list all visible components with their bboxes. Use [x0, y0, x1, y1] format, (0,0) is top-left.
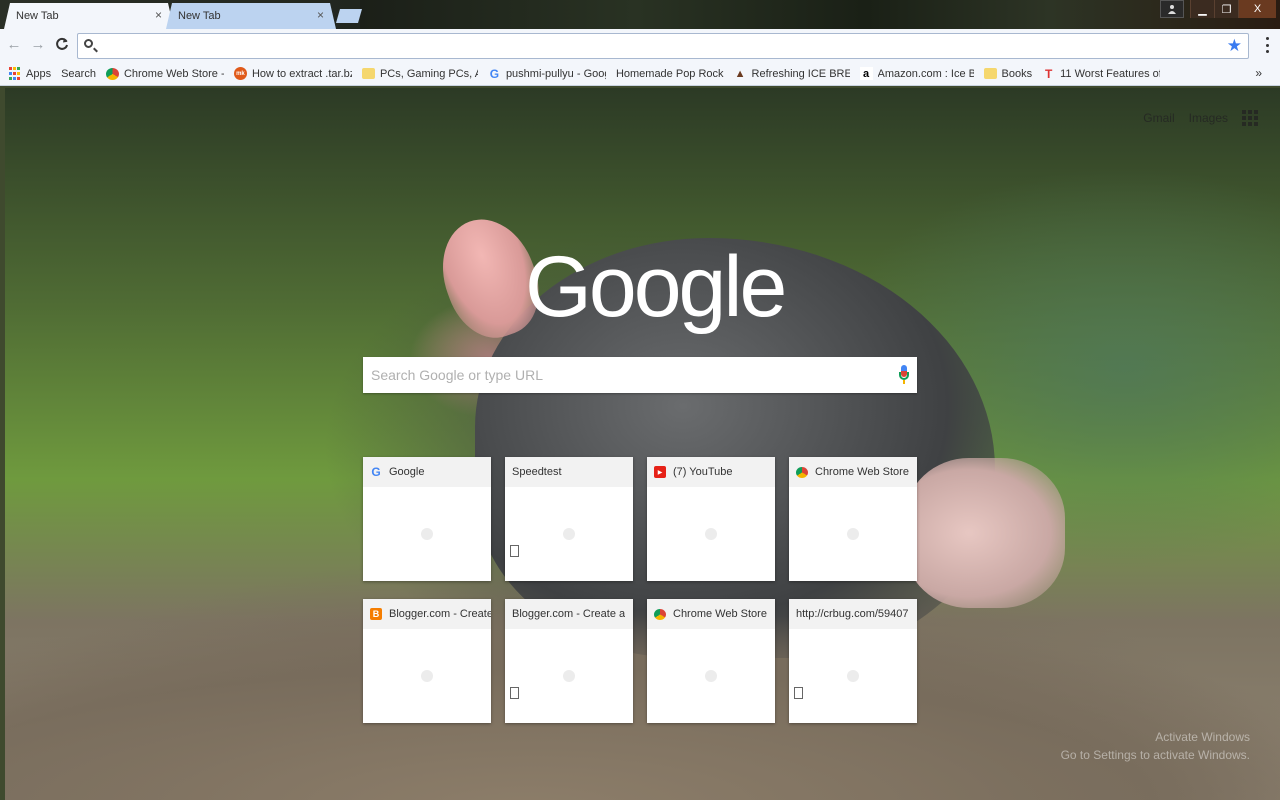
bookmark-label: Chrome Web Store - E — [123, 67, 224, 80]
tile-thumbnail-placeholder — [847, 528, 859, 540]
t-icon: T — [1044, 67, 1053, 80]
tab-title: New Tab — [178, 10, 221, 22]
tab-title: New Tab — [16, 10, 59, 22]
google-logo: Google — [525, 239, 787, 335]
title-bar: New Tab × New Tab × ▁ ❐ X — [0, 0, 1280, 29]
close-window-button[interactable]: X — [1238, 0, 1276, 18]
reload-button[interactable] — [54, 37, 70, 53]
tile-blogger[interactable]: B Blogger.com - Create a — [363, 599, 491, 723]
bookmark-label: Amazon.com : Ice Bre — [877, 67, 974, 80]
bookmark-label: Refreshing ICE BREAK — [751, 67, 850, 80]
browser-toolbar: ← → ★ — [0, 29, 1280, 62]
google-icon: G — [489, 67, 500, 80]
bookmark-label: pushmi-pullyu - Goog — [505, 67, 606, 80]
gmail-link[interactable]: Gmail — [1143, 111, 1174, 125]
bookmark-pushmi-pullyu[interactable]: G pushmi-pullyu - Goog — [488, 67, 606, 80]
bookmark-apps[interactable]: Apps — [8, 67, 51, 80]
bookmark-homemade-pop-rock[interactable]: Homemade Pop Rock — [5, 67, 724, 163]
bookmark-label: Search — [61, 67, 96, 80]
ntp-search-box[interactable] — [363, 357, 917, 393]
tab-close-icon[interactable]: × — [155, 10, 162, 21]
forward-button[interactable]: → — [30, 37, 46, 53]
most-visited-tiles: G Google Speedtest ▶ (7) YouTube Chrome We… — [363, 457, 917, 723]
tile-thumbnail-placeholder — [847, 670, 859, 682]
bookmark-search[interactable]: Search — [5, 67, 96, 163]
user-profile-icon[interactable] — [1160, 0, 1184, 18]
address-input[interactable] — [100, 37, 1220, 55]
chrome-web-store-icon — [654, 608, 666, 620]
new-tab-button[interactable] — [336, 9, 362, 23]
bookmarks-overflow-chevron-icon[interactable]: » — [1255, 66, 1262, 80]
tile-crbug[interactable]: http://crbug.com/59407 — [789, 599, 917, 723]
bookmark-label: PCs, Gaming PCs, Acc — [379, 67, 478, 80]
ice-break-icon: ▲ — [734, 67, 746, 80]
bookmark-11-worst-features[interactable]: T 11 Worst Features of — [1042, 67, 1160, 80]
tile-title: (7) YouTube — [673, 466, 733, 478]
tile-thumbnail-placeholder — [563, 528, 575, 540]
activate-windows-watermark: Activate Windows Go to Settings to activ… — [1061, 728, 1250, 764]
images-link[interactable]: Images — [1189, 111, 1228, 125]
bookmarks-bar: Apps Search Chrome Web Store - E mk How … — [0, 62, 1280, 163]
watermark-line-1: Activate Windows — [1155, 730, 1250, 744]
bookmark-amazon[interactable]: a Amazon.com : Ice Bre — [859, 67, 974, 80]
address-bar[interactable]: ★ — [77, 33, 1249, 59]
tile-title: http://crbug.com/59407 — [796, 608, 909, 620]
reload-icon — [56, 37, 68, 50]
tile-title: Blogger.com - Create a — [512, 608, 626, 620]
blogger-icon: B — [370, 608, 382, 620]
back-button[interactable]: ← — [6, 37, 22, 53]
folder-icon — [983, 68, 997, 79]
tile-title: Chrome Web Store — [815, 466, 909, 478]
tab-new-tab[interactable]: New Tab × — [166, 3, 336, 29]
tile-thumbnail-placeholder — [705, 670, 717, 682]
new-tab-page: Gmail Images Google G Google Speedtest ▶ (… — [5, 88, 1280, 800]
chrome-web-store-icon — [105, 67, 119, 80]
minimize-button[interactable]: ▁ — [1190, 0, 1214, 18]
tile-chrome-web-store-2[interactable]: Chrome Web Store — [647, 599, 775, 723]
title-bar-background — [360, 0, 1280, 29]
tile-google[interactable]: G Google — [363, 457, 491, 581]
tile-title: Blogger.com - Create a — [389, 608, 491, 620]
bookmark-label: Books — [1001, 67, 1033, 80]
tile-youtube[interactable]: ▶ (7) YouTube — [647, 457, 775, 581]
tile-thumbnail-placeholder — [421, 670, 433, 682]
tile-thumbnail-placeholder — [421, 528, 433, 540]
chrome-web-store-icon — [796, 466, 808, 478]
top-links: Gmail Images — [1143, 110, 1258, 126]
tile-blogger-2[interactable]: Blogger.com - Create a — [505, 599, 633, 723]
tile-speedtest[interactable]: Speedtest — [505, 457, 633, 581]
tile-title: Speedtest — [512, 466, 562, 478]
tab-new-tab-active[interactable]: New Tab × — [4, 3, 174, 29]
search-input[interactable] — [371, 366, 891, 384]
tile-thumbnail-placeholder — [705, 528, 717, 540]
bookmark-label: Apps — [26, 67, 52, 80]
bookmark-pcs-gaming[interactable]: PCs, Gaming PCs, Acc — [361, 67, 478, 80]
bookmark-refreshing-ice-break[interactable]: ▲ Refreshing ICE BREAK — [734, 67, 850, 80]
tile-title: Chrome Web Store — [673, 608, 767, 620]
microphone-icon[interactable] — [899, 365, 909, 385]
apps-grid-icon — [8, 67, 21, 80]
search-icon — [84, 39, 93, 48]
bookmark-star-icon[interactable]: ★ — [1227, 36, 1242, 56]
tile-title: Google — [389, 466, 425, 478]
bookmark-label: How to extract .tar.bz — [251, 67, 352, 80]
watermark-line-2: Go to Settings to activate Windows. — [1060, 748, 1250, 762]
folder-icon — [361, 68, 375, 79]
bookmark-label: Homemade Pop Rock — [615, 67, 724, 80]
bookmark-label: 11 Worst Features of — [1060, 67, 1161, 80]
tab-close-icon[interactable]: × — [317, 10, 324, 21]
google-icon: G — [371, 465, 381, 479]
mk-icon: mk — [233, 67, 247, 80]
bookmark-chrome-web-store[interactable]: Chrome Web Store - E — [105, 67, 224, 80]
bookmark-books[interactable]: Books — [983, 67, 1033, 80]
amazon-icon: a — [859, 67, 873, 80]
window-controls: ▁ ❐ X — [1160, 0, 1276, 18]
menu-icon[interactable] — [1266, 37, 1270, 53]
tile-chrome-web-store[interactable]: Chrome Web Store — [789, 457, 917, 581]
restore-button[interactable]: ❐ — [1214, 0, 1238, 18]
youtube-icon: ▶ — [654, 466, 666, 478]
bookmark-how-to-extract[interactable]: mk How to extract .tar.bz — [233, 67, 352, 80]
tile-thumbnail-placeholder — [563, 670, 575, 682]
google-apps-icon[interactable] — [1242, 110, 1258, 126]
